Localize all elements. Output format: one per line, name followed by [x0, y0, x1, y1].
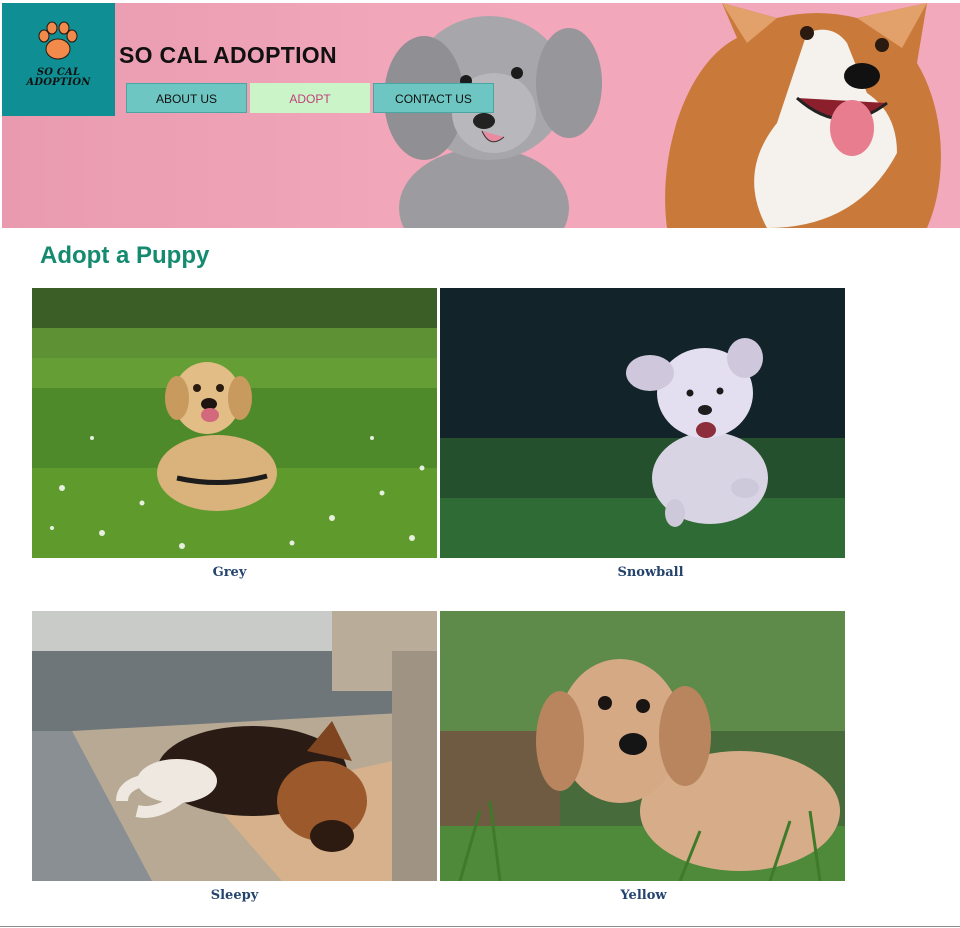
page-title: Adopt a Puppy: [40, 242, 210, 269]
footer-divider: [0, 926, 960, 927]
nav-about-us[interactable]: ABOUT US: [126, 83, 247, 113]
logo[interactable]: SO CAL ADOPTION: [2, 3, 115, 116]
poodle-image: [384, 16, 602, 228]
puppy-name-grey[interactable]: Grey: [32, 565, 437, 580]
puppy-photo-sleepy[interactable]: [32, 611, 437, 881]
puppy-name-sleepy[interactable]: Sleepy: [32, 888, 437, 903]
nav-adopt[interactable]: ADOPT: [250, 83, 370, 113]
logo-text-line2: ADOPTION: [26, 77, 91, 88]
puppy-card-snowball[interactable]: Snowball: [440, 288, 845, 580]
puppy-name-snowball[interactable]: Snowball: [440, 565, 845, 580]
main-nav: ABOUT US ADOPT CONTACT US: [126, 83, 494, 113]
puppy-photo-snowball[interactable]: [440, 288, 845, 558]
puppy-photo-grey[interactable]: [32, 288, 437, 558]
site-title: SO CAL ADOPTION: [119, 42, 337, 68]
puppy-card-yellow[interactable]: Yellow: [440, 611, 845, 903]
puppy-photo-yellow[interactable]: [440, 611, 845, 881]
corgi-image: [665, 3, 941, 228]
puppy-name-yellow[interactable]: Yellow: [440, 888, 845, 903]
puppy-card-grey[interactable]: Grey: [32, 288, 437, 580]
header-banner: SO CAL ADOPTION SO CAL ADOPTION ABOUT US…: [2, 3, 960, 228]
nav-contact-us[interactable]: CONTACT US: [373, 83, 494, 113]
puppy-card-sleepy[interactable]: Sleepy: [32, 611, 437, 903]
paw-icon: [38, 21, 78, 60]
